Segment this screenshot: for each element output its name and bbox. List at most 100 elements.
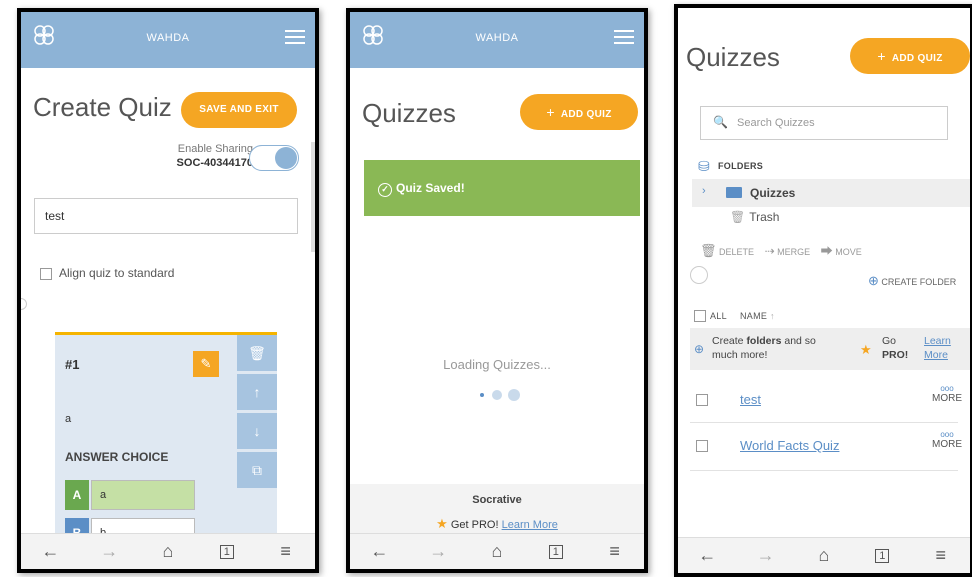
- choice-a-letter: A: [65, 480, 89, 510]
- sort-up-icon: ↑: [770, 311, 775, 321]
- app-header: WAHDA: [21, 12, 315, 68]
- quiz-row-checkbox[interactable]: [696, 394, 708, 406]
- app-header: WAHDA: [350, 12, 644, 68]
- scrollbar[interactable]: [311, 142, 315, 252]
- hamburger-menu-icon[interactable]: [614, 30, 634, 46]
- quiz-name-input[interactable]: test: [34, 198, 298, 234]
- loading-spinner: [480, 388, 530, 402]
- quiz-link[interactable]: test: [740, 392, 761, 407]
- folder-tree-icon: ⛁: [698, 158, 710, 174]
- menu-icon[interactable]: ≡: [271, 541, 301, 562]
- add-quiz-button[interactable]: + ADD QUIZ: [520, 94, 638, 130]
- divider: [690, 422, 958, 423]
- copy-icon: ⧉: [252, 462, 262, 478]
- align-standard-checkbox[interactable]: [40, 268, 52, 280]
- trash-icon: 🗑: [700, 243, 717, 258]
- folder-plus-icon: ⊕: [694, 342, 705, 356]
- hamburger-menu-icon[interactable]: [285, 30, 305, 46]
- browser-nav-bar: ← → ⌂ 1 ≡: [350, 533, 644, 569]
- pro-promo: ★ Get PRO! Learn More: [350, 516, 644, 532]
- star-icon: ★: [860, 342, 872, 357]
- create-folder-button[interactable]: ⊕ CREATE FOLDER: [868, 273, 956, 289]
- browser-nav-bar: ← → ⌂ 1 ≡: [21, 533, 315, 569]
- move-action[interactable]: ⮕ MOVE: [820, 244, 862, 258]
- arrow-left-icon[interactable]: ←: [692, 545, 722, 566]
- add-quiz-button[interactable]: + ADD QUIZ: [850, 38, 970, 74]
- star-icon: ★: [436, 516, 448, 531]
- tabs-icon[interactable]: 1: [867, 548, 897, 563]
- footer-brand: Socrative: [472, 494, 522, 506]
- more-dots-icon: ooo: [940, 430, 954, 439]
- folder-plus-icon: ⊕: [868, 273, 879, 288]
- phone-create-quiz: WAHDA Create Quiz SAVE AND EXIT Enable S…: [17, 8, 319, 573]
- divider: [690, 470, 958, 471]
- arrow-right-icon[interactable]: →: [94, 541, 124, 562]
- page-title: Create Quiz: [33, 92, 172, 122]
- more-dots-icon: ooo: [940, 384, 954, 393]
- arrow-right-icon[interactable]: →: [423, 541, 453, 562]
- page-title: Quizzes: [686, 42, 780, 72]
- question-number: #1: [65, 357, 80, 372]
- plus-icon: +: [546, 104, 555, 120]
- scroll-indicator: [21, 298, 27, 310]
- more-button[interactable]: ooo MORE: [932, 430, 962, 450]
- folders-label: FOLDERS: [718, 161, 764, 171]
- scroll-indicator: [690, 266, 708, 284]
- arrow-left-icon[interactable]: ←: [35, 541, 65, 562]
- brand-label: WAHDA: [475, 32, 519, 44]
- home-icon[interactable]: ⌂: [809, 545, 839, 566]
- brand-label: WAHDA: [146, 32, 190, 44]
- answer-choice-heading: ANSWER CHOICE: [65, 450, 169, 464]
- quiz-link[interactable]: World Facts Quiz: [740, 438, 839, 453]
- column-all: ALL: [710, 311, 727, 321]
- move-down-button[interactable]: ↓: [237, 413, 277, 449]
- merge-icon: ⇢: [764, 244, 775, 258]
- delete-action[interactable]: 🗑 DELETE: [700, 243, 754, 258]
- menu-icon[interactable]: ≡: [926, 545, 956, 566]
- column-name[interactable]: NAME ↑: [740, 311, 775, 321]
- sharing-toggle[interactable]: [249, 145, 299, 171]
- pro-promo-row: ⊕ Create folders and so much more! ★ Go P…: [690, 328, 970, 370]
- sharing-code: SOC-40344170: [176, 157, 253, 169]
- folder-name: Quizzes: [750, 186, 796, 200]
- move-icon: ⮕: [820, 244, 833, 258]
- learn-more-link[interactable]: Learn More: [502, 519, 558, 531]
- tabs-icon[interactable]: 1: [212, 544, 242, 559]
- select-all-checkbox[interactable]: [694, 310, 706, 322]
- arrow-right-icon[interactable]: →: [751, 545, 781, 566]
- search-placeholder: Search Quizzes: [737, 117, 815, 129]
- menu-icon[interactable]: ≡: [600, 541, 630, 562]
- learn-more-link[interactable]: Learn More: [924, 334, 951, 362]
- folder-icon: [726, 187, 742, 198]
- arrow-left-icon[interactable]: ←: [364, 541, 394, 562]
- loading-text: Loading Quizzes...: [443, 357, 551, 372]
- bulk-actions: 🗑 DELETE ⇢ MERGE ⮕ MOVE: [700, 242, 862, 259]
- folder-row-quizzes[interactable]: › Quizzes: [692, 179, 970, 207]
- page-title: Quizzes: [362, 98, 456, 128]
- edit-question-button[interactable]: ✎: [193, 351, 219, 377]
- browser-nav-bar: ← → ⌂ 1 ≡: [678, 537, 970, 573]
- merge-action[interactable]: ⇢ MERGE: [764, 244, 811, 258]
- home-icon[interactable]: ⌂: [482, 541, 512, 562]
- get-pro-text: Get PRO!: [450, 519, 499, 531]
- arrow-up-icon: ↑: [253, 384, 261, 400]
- delete-question-button[interactable]: 🗑: [237, 335, 277, 371]
- go-pro-text: Go PRO!: [882, 335, 909, 361]
- quiz-row-checkbox[interactable]: [696, 440, 708, 452]
- choice-a-input[interactable]: a: [91, 480, 195, 510]
- phone-quizzes-list: Quizzes + ADD QUIZ 🔍 Search Quizzes ⛁ FOL…: [674, 4, 972, 577]
- save-and-exit-button[interactable]: SAVE AND EXIT: [181, 92, 297, 128]
- move-up-button[interactable]: ↑: [237, 374, 277, 410]
- phone-quizzes-loading: WAHDA Quizzes + ADD QUIZ ✓ Quiz Saved! Loa…: [346, 8, 648, 573]
- check-circle-icon: ✓: [378, 183, 392, 197]
- home-icon[interactable]: ⌂: [153, 541, 183, 562]
- more-button[interactable]: ooo MORE: [932, 384, 962, 404]
- pencil-icon: ✎: [200, 356, 212, 371]
- search-input[interactable]: 🔍 Search Quizzes: [700, 106, 948, 140]
- trash-row[interactable]: 🗑 Trash: [730, 210, 779, 224]
- copy-question-button[interactable]: ⧉: [237, 452, 277, 488]
- tabs-icon[interactable]: 1: [541, 544, 571, 559]
- trash-icon: 🗑: [248, 345, 266, 361]
- question-text: a: [65, 413, 72, 425]
- sharing-label: Enable Sharing: [177, 143, 253, 155]
